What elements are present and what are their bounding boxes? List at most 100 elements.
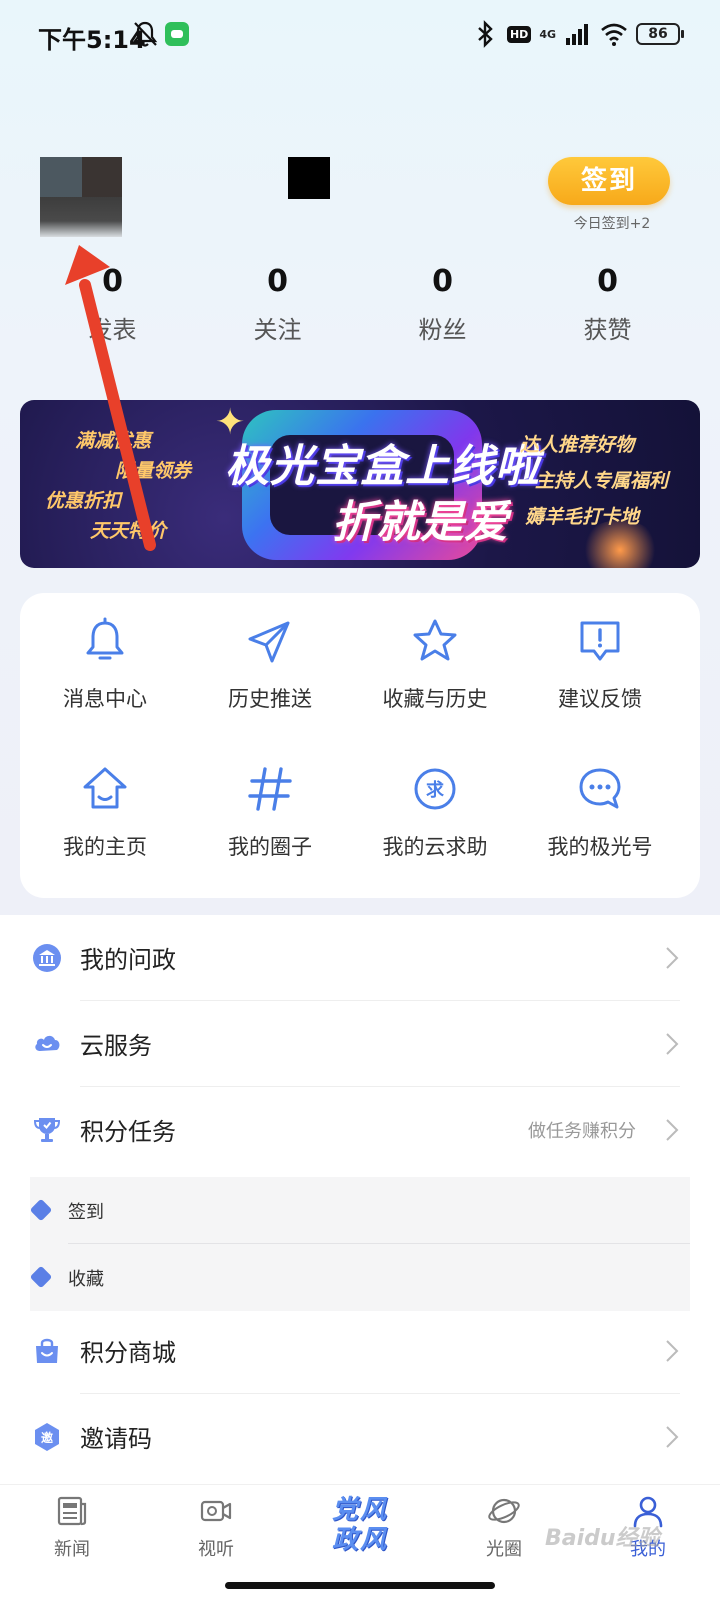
invite-icon: 邀 <box>35 1423 59 1451</box>
stat-label: 粉丝 <box>418 316 467 344</box>
wifi-icon <box>601 23 627 46</box>
shopping-bag-icon <box>36 1338 58 1363</box>
dropdown-item-favorite[interactable]: 收藏 <box>29 1244 690 1311</box>
government-icon <box>33 944 61 972</box>
dropdown-item-label: 收藏 <box>68 1269 104 1290</box>
chevron-right-icon <box>666 1119 679 1141</box>
chevron-right-icon <box>666 1340 679 1362</box>
tab-audio-video[interactable]: 视听 <box>144 1493 288 1561</box>
diamond-bullet-icon <box>29 1265 53 1289</box>
home-indicator[interactable] <box>225 1582 495 1589</box>
send-icon <box>248 621 290 663</box>
help-icon: 求 <box>414 768 456 810</box>
banner-left-line: 优惠折扣 <box>45 490 122 512</box>
chevron-right-icon <box>666 1426 679 1448</box>
chat-icon <box>579 768 621 809</box>
banner-title: 极光宝盒上线啦 <box>225 441 540 492</box>
hd-badge: HD <box>506 25 532 43</box>
dropdown-item-signin[interactable]: 签到 <box>29 1177 690 1244</box>
username-redacted[interactable] <box>288 157 330 199</box>
list-item-points-tasks[interactable]: 积分任务 做任务赚积分 <box>0 1087 720 1173</box>
grid-item-history-push[interactable]: 历史推送 <box>185 615 355 713</box>
bell-icon <box>86 617 124 660</box>
stat-followers[interactable]: 0 粉丝 <box>360 262 525 345</box>
grid-label: 收藏与历史 <box>382 687 488 711</box>
list-item-label: 云服务 <box>80 1032 152 1060</box>
grid-label: 我的极光号 <box>547 835 653 859</box>
signal-icon <box>566 24 588 45</box>
list-item-label: 我的问政 <box>80 946 176 974</box>
tab-center-line1: 党风 <box>331 1495 388 1525</box>
hashtag-icon <box>248 767 292 811</box>
profile-stats: 0 发表 0 关注 0 粉丝 0 获赞 <box>30 262 690 345</box>
grid-item-my-aurora-id[interactable]: 我的极光号 <box>515 763 685 861</box>
dropdown-item-label: 签到 <box>68 1202 104 1223</box>
planet-icon <box>488 1498 520 1524</box>
signin-note: 今日签到+2 <box>573 216 651 232</box>
grid-item-my-circle[interactable]: 我的圈子 <box>185 763 355 861</box>
list-item-hint: 做任务赚积分 <box>528 1121 636 1142</box>
signin-button[interactable]: 签到 <box>548 157 670 205</box>
grid-item-message-center[interactable]: 消息中心 <box>20 615 190 713</box>
shortcut-grid: 消息中心 历史推送 收藏与历史 建议反馈 我的主页 我的圈子 求 我的云求助 我… <box>20 593 700 898</box>
stat-value: 0 <box>267 264 288 299</box>
star-icon <box>413 619 457 661</box>
grid-item-my-homepage[interactable]: 我的主页 <box>20 763 190 861</box>
diamond-bullet-icon <box>29 1198 53 1222</box>
grid-label: 消息中心 <box>63 687 147 711</box>
stat-value: 0 <box>597 264 618 299</box>
grid-label: 建议反馈 <box>558 687 642 711</box>
banner-left-line: 满减优惠 <box>75 430 152 452</box>
stat-posts[interactable]: 0 发表 <box>30 262 195 345</box>
feedback-icon <box>580 621 620 661</box>
grid-label: 我的云求助 <box>382 835 488 859</box>
list-item-label: 邀请码 <box>80 1425 152 1453</box>
banner-right-line: 主持人专属福利 <box>535 470 669 492</box>
bluetooth-icon <box>478 20 493 48</box>
grid-label: 我的圈子 <box>228 835 312 859</box>
tab-news[interactable]: 新闻 <box>0 1493 144 1561</box>
chevron-right-icon <box>666 947 679 969</box>
stat-value: 0 <box>102 264 123 299</box>
list-item-cloud-service[interactable]: 云服务 <box>0 1001 720 1087</box>
stat-label: 获赞 <box>583 316 632 344</box>
svg-text:邀: 邀 <box>41 1430 53 1445</box>
battery-indicator: 86 <box>636 23 684 45</box>
list-item-my-inquiries[interactable]: 我的问政 <box>0 915 720 1001</box>
stat-label: 发表 <box>88 316 137 344</box>
status-icons: HD 4G 86 <box>471 18 684 50</box>
banner-left-line: 限量领券 <box>115 460 192 482</box>
banner-left-line: 天天特价 <box>90 520 167 542</box>
tab-label: 视听 <box>198 1539 234 1560</box>
grid-label: 历史推送 <box>228 687 312 711</box>
news-icon <box>57 1496 87 1526</box>
grid-item-favorites-history[interactable]: 收藏与历史 <box>350 615 520 713</box>
tab-center-line2: 政风 <box>331 1525 388 1555</box>
watermark: Baidu经验 <box>545 1526 660 1551</box>
grid-item-cloud-help[interactable]: 求 我的云求助 <box>350 763 520 861</box>
tab-label: 新闻 <box>54 1539 90 1560</box>
promo-banner[interactable]: ✦ 极光宝盒上线啦 折就是爱 满减优惠 限量领券 优惠折扣 天天特价 达人推荐好… <box>20 400 700 568</box>
svg-text:求: 求 <box>426 779 445 801</box>
stat-value: 0 <box>432 264 453 299</box>
trophy-icon <box>33 1118 61 1142</box>
video-icon <box>200 1500 232 1522</box>
avatar[interactable] <box>40 157 122 237</box>
stat-following[interactable]: 0 关注 <box>195 262 360 345</box>
grid-label: 我的主页 <box>63 835 147 859</box>
list-item-points-mall[interactable]: 积分商城 <box>0 1308 720 1394</box>
stat-likes[interactable]: 0 获赞 <box>525 262 690 345</box>
tab-party-style[interactable]: 党风 政风 <box>288 1495 432 1555</box>
bell-off-icon <box>132 21 158 47</box>
network-type: 4G <box>539 27 556 41</box>
points-task-dropdown: 签到 收藏 <box>29 1177 690 1311</box>
status-bar: 下午5:14 HD 4G 86 <box>0 0 720 70</box>
stat-label: 关注 <box>253 316 302 344</box>
app-notification-icon <box>165 22 189 46</box>
banner-right-line: 达人推荐好物 <box>520 434 635 456</box>
chevron-right-icon <box>666 1033 679 1055</box>
list-item-invite-code[interactable]: 邀 邀请码 <box>0 1394 720 1480</box>
banner-right-line: 薅羊毛打卡地 <box>525 506 640 528</box>
status-time: 下午5:14 <box>38 26 146 54</box>
grid-item-feedback[interactable]: 建议反馈 <box>515 615 685 713</box>
